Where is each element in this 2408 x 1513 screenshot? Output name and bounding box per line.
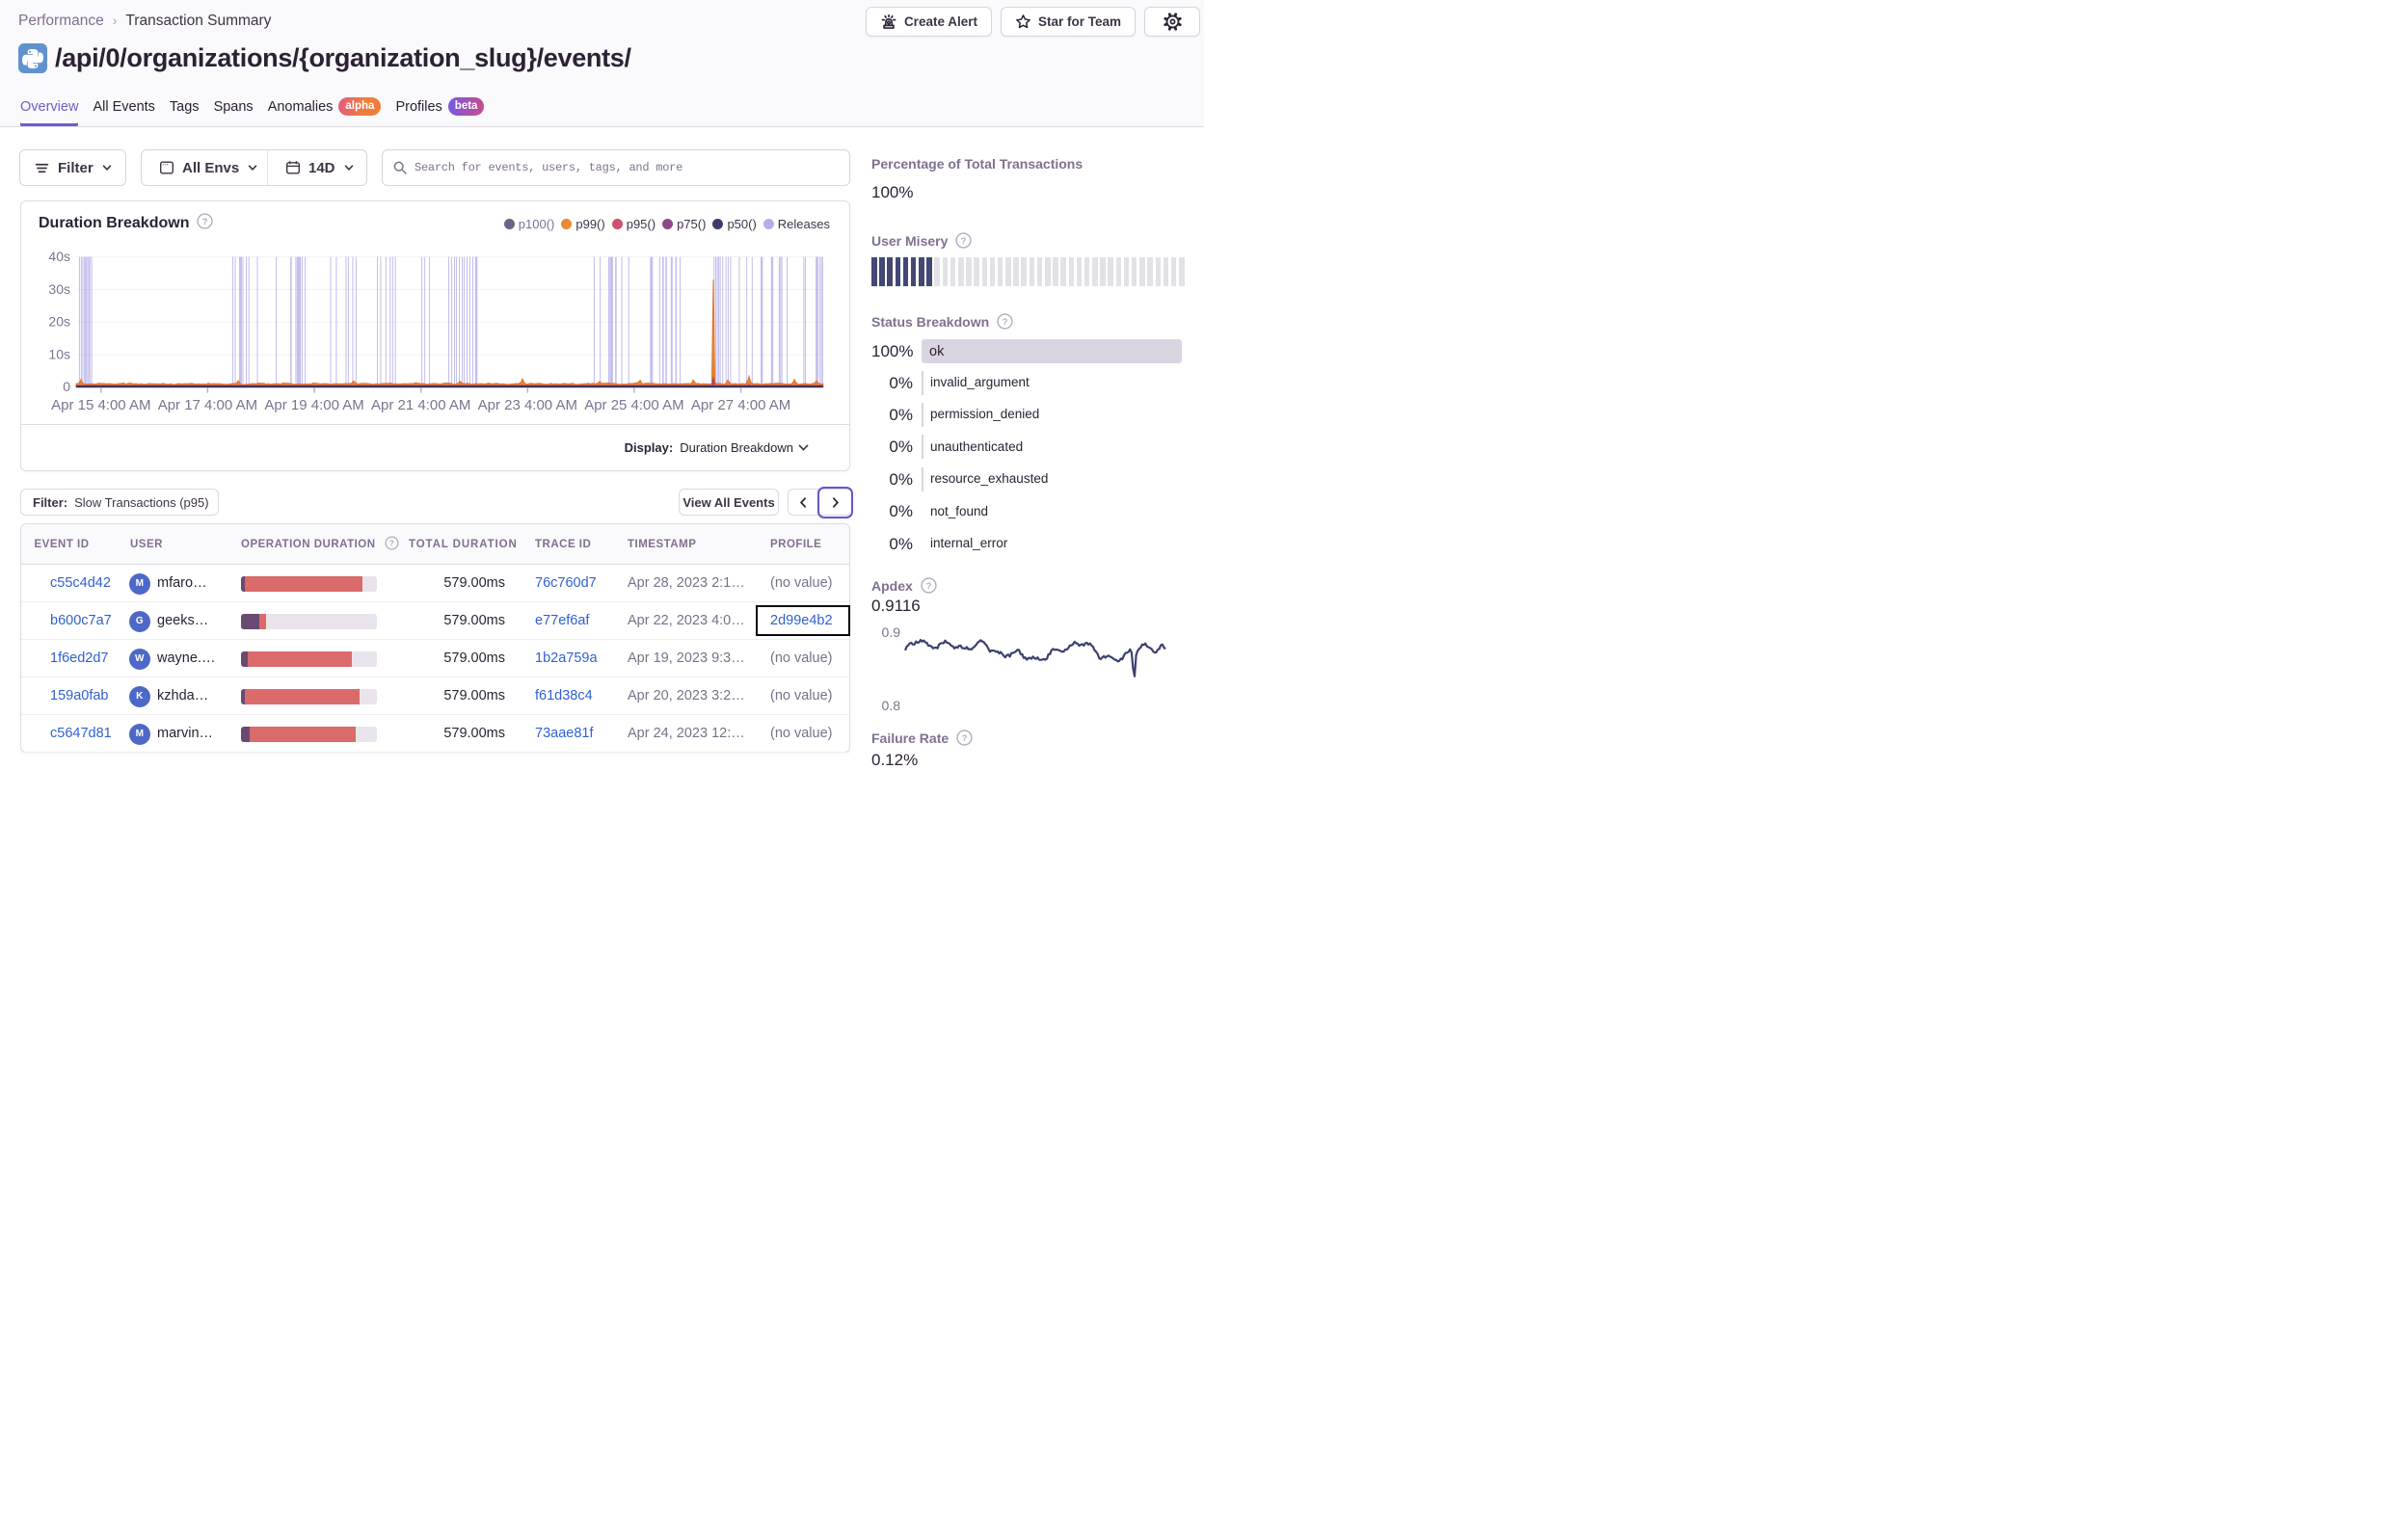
svg-text:?: ? [925,581,931,592]
svg-text:?: ? [961,236,967,247]
svg-text:?: ? [962,733,968,744]
svg-text:?: ? [389,539,394,547]
svg-text:?: ? [1003,317,1008,328]
svg-text:20s: 20s [48,314,70,330]
svg-text:Apr 25 4:00 AM: Apr 25 4:00 AM [584,397,683,413]
svg-text:30s: 30s [48,281,70,297]
svg-text:Apr 23 4:00 AM: Apr 23 4:00 AM [478,397,577,413]
svg-text:Apr 15 4:00 AM: Apr 15 4:00 AM [51,397,150,413]
svg-text:10s: 10s [48,347,70,362]
svg-text:Apr 19 4:00 AM: Apr 19 4:00 AM [264,397,363,413]
svg-text:40s: 40s [48,249,70,264]
svg-text:0: 0 [63,379,70,394]
svg-text:Apr 27 4:00 AM: Apr 27 4:00 AM [691,397,790,413]
svg-text:Apr 21 4:00 AM: Apr 21 4:00 AM [371,397,470,413]
svg-text:Apr 17 4:00 AM: Apr 17 4:00 AM [158,397,257,413]
